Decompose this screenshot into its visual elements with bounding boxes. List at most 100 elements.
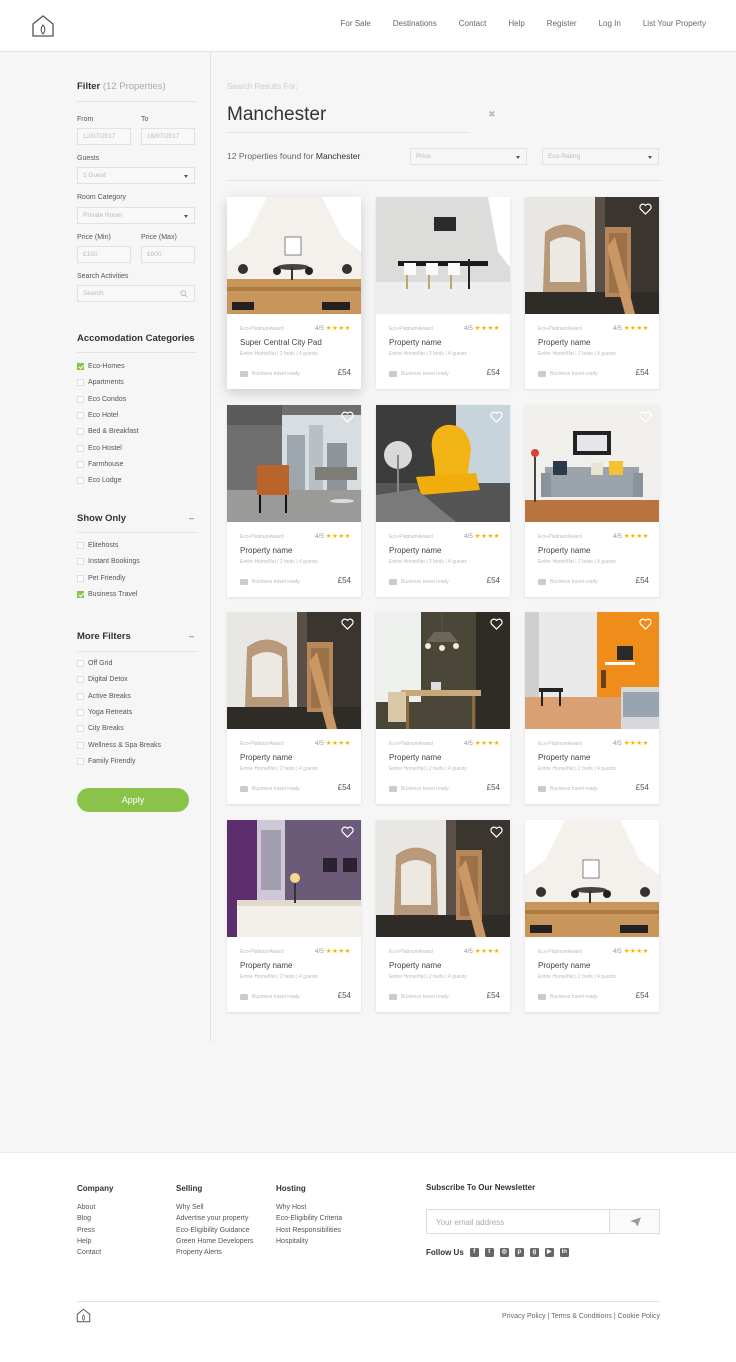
- checkbox-checked-icon[interactable]: [77, 590, 84, 598]
- facebook-icon[interactable]: f: [469, 1248, 479, 1257]
- checkbox-item[interactable]: Bed & Breakfast: [77, 428, 139, 436]
- property-photo-frame[interactable]: [525, 612, 659, 729]
- favorite-heart-icon[interactable]: [341, 826, 354, 838]
- twitter-icon[interactable]: t: [484, 1248, 494, 1257]
- favorite-heart-icon[interactable]: [490, 411, 503, 423]
- favorite-heart-icon[interactable]: [490, 826, 503, 838]
- favorite-heart-icon[interactable]: [639, 203, 652, 215]
- property-photo-frame[interactable]: [376, 404, 510, 522]
- nav-link-for-sale[interactable]: For Sale: [341, 19, 371, 28]
- favorite-heart-icon[interactable]: [490, 203, 503, 215]
- search-city-title[interactable]: Manchester: [227, 104, 326, 126]
- property-photo-frame[interactable]: [376, 612, 510, 729]
- favorite-heart-icon[interactable]: [639, 826, 652, 838]
- favorite-heart-icon[interactable]: [341, 411, 354, 423]
- footer-link[interactable]: Green Home Developers: [176, 1236, 253, 1247]
- checkbox-item[interactable]: Digital Detox: [77, 676, 128, 684]
- checkbox-item[interactable]: City Breaks: [77, 725, 124, 733]
- checkbox-icon[interactable]: [77, 477, 84, 485]
- property-photo-frame[interactable]: [525, 819, 659, 937]
- property-name[interactable]: Property name: [538, 546, 590, 555]
- checkbox-icon[interactable]: [77, 725, 84, 733]
- search-activities-input[interactable]: Search: [77, 285, 195, 302]
- footer-link[interactable]: About: [77, 1202, 113, 1213]
- favorite-heart-icon[interactable]: [639, 411, 652, 423]
- property-card[interactable]: Eco-PlatinumAward 4/5 ★★★★ Property name En…: [525, 404, 659, 597]
- property-card[interactable]: Eco-PlatinumAward 4/5 ★★★★ Property name En…: [227, 404, 361, 597]
- checkbox-icon[interactable]: [77, 757, 84, 765]
- checkbox-icon[interactable]: [77, 741, 84, 749]
- favorite-heart-icon[interactable]: [341, 618, 354, 630]
- property-card[interactable]: Eco-PlatinumAward 4/5 ★★★★ Property name En…: [525, 612, 659, 804]
- footer-link[interactable]: Blog: [77, 1213, 113, 1224]
- room-category-select[interactable]: Private Room: [77, 207, 195, 224]
- property-name[interactable]: Super Central City Pad: [240, 338, 322, 347]
- checkbox-icon[interactable]: [77, 708, 84, 716]
- checkbox-item[interactable]: Instant Bookings: [77, 558, 140, 566]
- show-only-collapse-toggle[interactable]: –: [189, 513, 194, 523]
- property-photo-frame[interactable]: [376, 197, 510, 314]
- legal-links[interactable]: Privacy Policy | Terms & Conditions | Co…: [502, 1313, 660, 1320]
- linkedin-icon[interactable]: in: [559, 1248, 569, 1257]
- footer-link[interactable]: Eco-Eligibility Criteria: [276, 1213, 342, 1224]
- checkbox-item[interactable]: Business Travel: [77, 590, 137, 598]
- checkbox-item[interactable]: Wellness & Spa Breaks: [77, 741, 161, 749]
- property-name[interactable]: Property name: [389, 546, 441, 555]
- checkbox-item[interactable]: Elitehosts: [77, 542, 118, 549]
- checkbox-item[interactable]: Farmhouse: [77, 460, 123, 468]
- checkbox-item[interactable]: Pet Friendly: [77, 574, 125, 582]
- checkbox-item[interactable]: Eco Condos: [77, 395, 126, 403]
- property-photo-frame[interactable]: [525, 404, 659, 522]
- checkbox-item[interactable]: Family Firendly: [77, 757, 135, 765]
- checkbox-item[interactable]: Yoga Retreats: [77, 708, 132, 716]
- property-card[interactable]: Eco-PlatinumAward 4/5 ★★★★ Super Central C…: [227, 197, 361, 389]
- eco-rating-select[interactable]: Eco-Rating: [542, 148, 659, 165]
- accommodation-collapse-toggle[interactable]: –: [189, 333, 194, 343]
- checkbox-icon[interactable]: [77, 428, 84, 436]
- price-min-input[interactable]: £150: [77, 246, 131, 263]
- instagram-icon[interactable]: ◎: [499, 1248, 509, 1257]
- checkbox-icon[interactable]: [77, 379, 84, 387]
- checkbox-item[interactable]: Active Breaks: [77, 692, 131, 700]
- checkbox-checked-icon[interactable]: [77, 363, 84, 370]
- google-plus-icon[interactable]: g: [529, 1248, 539, 1257]
- checkbox-item[interactable]: Eco Lodge: [77, 477, 121, 485]
- property-name[interactable]: Property name: [389, 338, 441, 347]
- nav-link-contact[interactable]: Contact: [459, 19, 487, 28]
- nav-link-help[interactable]: Help: [508, 19, 524, 28]
- footer-link[interactable]: Why Host: [276, 1202, 342, 1213]
- checkbox-icon[interactable]: [77, 558, 84, 566]
- footer-link[interactable]: Host Responsibilities: [276, 1225, 342, 1236]
- home-logo-icon[interactable]: [76, 1308, 91, 1323]
- property-card[interactable]: Eco-PlatinumAward 4/5 ★★★★ Property name En…: [227, 819, 361, 1012]
- checkbox-icon[interactable]: [77, 460, 84, 468]
- favorite-heart-icon[interactable]: [341, 203, 354, 215]
- price-sort-select[interactable]: Price: [410, 148, 527, 165]
- newsletter-send-button[interactable]: [609, 1209, 660, 1234]
- guests-select[interactable]: 1 Guest: [77, 167, 195, 184]
- footer-link[interactable]: Why Sell: [176, 1202, 253, 1213]
- property-name[interactable]: Property name: [538, 338, 590, 347]
- home-logo-icon[interactable]: [31, 14, 55, 38]
- footer-link[interactable]: Contact: [77, 1247, 113, 1258]
- checkbox-icon[interactable]: [77, 444, 84, 452]
- newsletter-email-input[interactable]: Your email address: [426, 1209, 610, 1234]
- footer-link[interactable]: Eco-Eligibility Guidance: [176, 1225, 253, 1236]
- property-photo-frame[interactable]: [376, 819, 510, 937]
- to-date-input[interactable]: 16/07/2017: [141, 128, 195, 145]
- property-name[interactable]: Property name: [389, 961, 441, 970]
- property-photo-frame[interactable]: [227, 612, 361, 729]
- more-filters-collapse-toggle[interactable]: –: [189, 631, 194, 641]
- from-date-input[interactable]: 12/07/2017: [77, 128, 131, 145]
- youtube-icon[interactable]: ▶: [544, 1248, 554, 1257]
- checkbox-item[interactable]: Eco Hotel: [77, 411, 118, 419]
- clear-search-icon[interactable]: ✖: [488, 109, 496, 120]
- property-name[interactable]: Property name: [538, 961, 590, 970]
- favorite-heart-icon[interactable]: [639, 618, 652, 630]
- property-card[interactable]: Eco-PlatinumAward 4/5 ★★★★ Property name En…: [525, 819, 659, 1012]
- property-card[interactable]: Eco-PlatinumAward 4/5 ★★★★ Property name En…: [227, 612, 361, 804]
- checkbox-icon[interactable]: [77, 395, 84, 403]
- property-card[interactable]: Eco-PlatinumAward 4/5 ★★★★ Property name En…: [376, 197, 510, 389]
- pinterest-icon[interactable]: p: [514, 1248, 524, 1257]
- checkbox-item[interactable]: Apartments: [77, 379, 124, 387]
